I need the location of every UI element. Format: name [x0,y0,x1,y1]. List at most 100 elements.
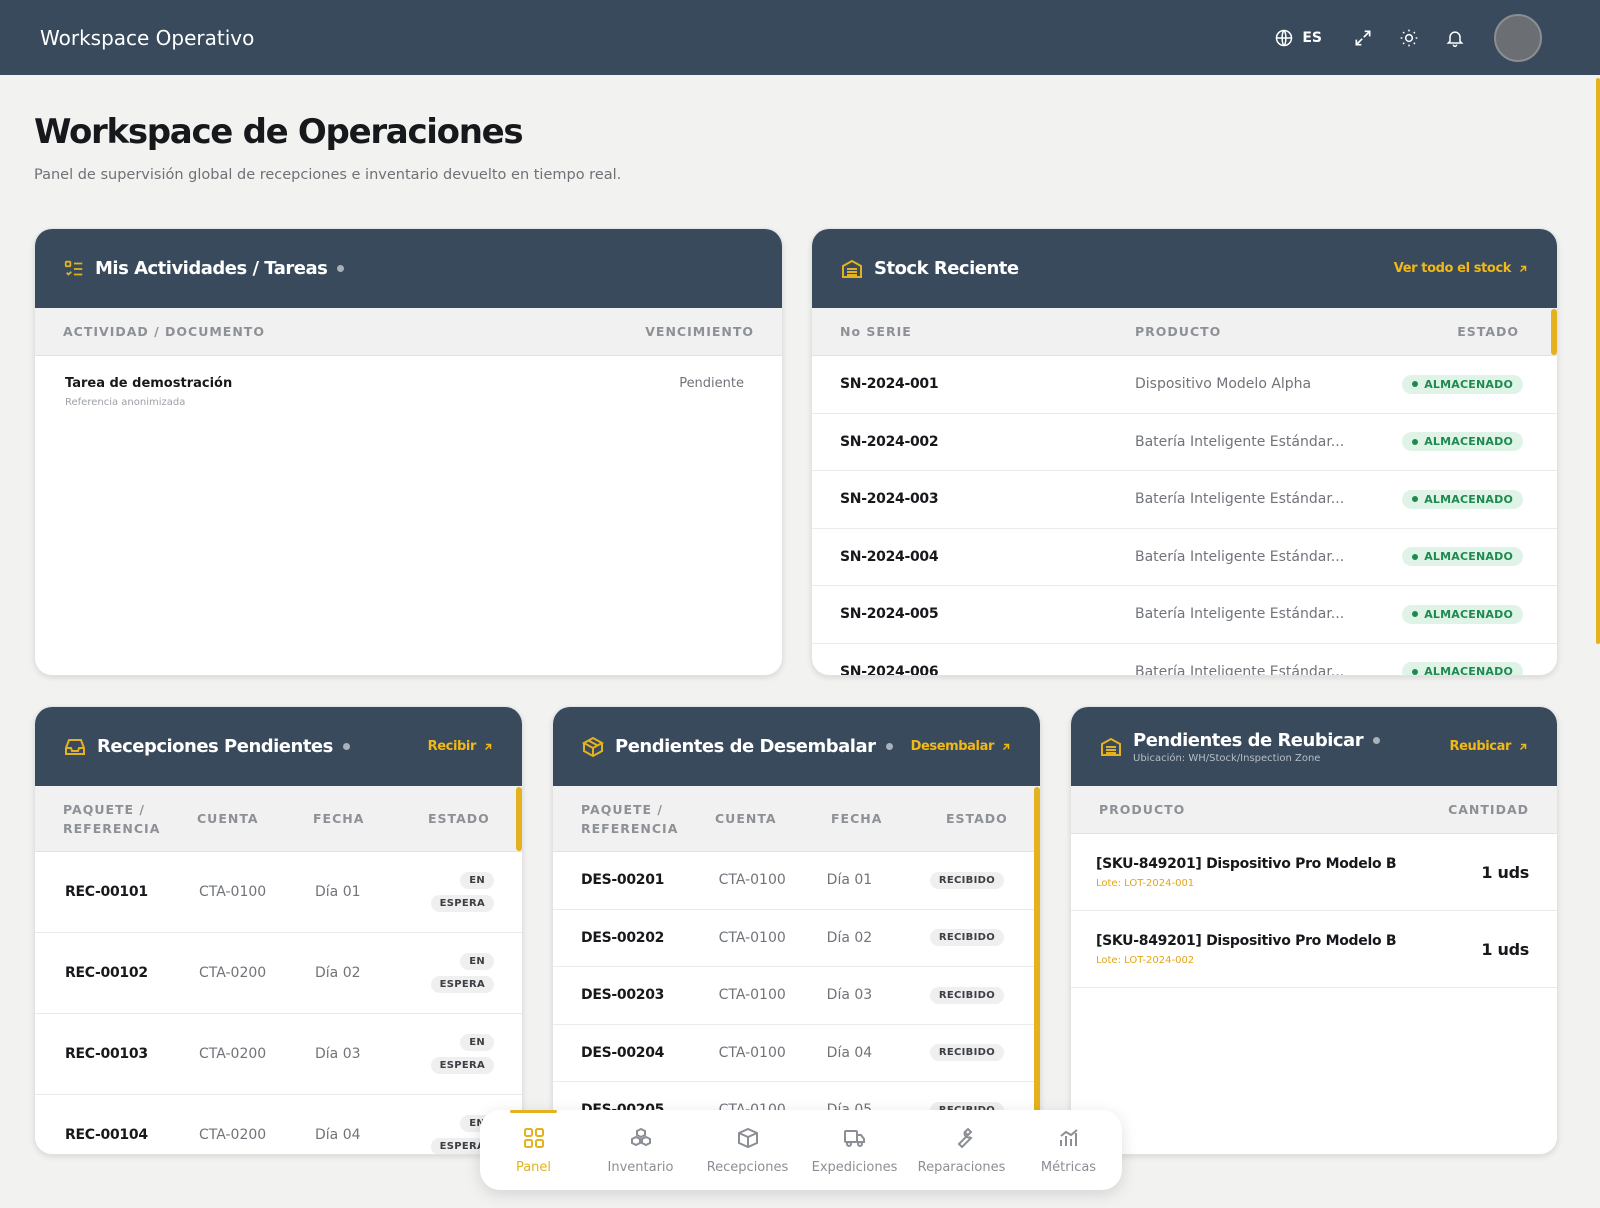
status-dot [337,265,345,272]
unpack-card-title: Pendientes de Desembalar [615,736,876,757]
unpack-scrollbar[interactable] [1034,787,1040,1117]
package-reference: REC-00103 [65,1046,148,1062]
package-reference: REC-00101 [65,884,148,900]
relocate-rows: [SKU-849201] Dispositivo Pro Modelo B Lot… [1071,834,1557,988]
stock-row[interactable]: SN-2024-005 Batería Inteligente Estándar.… [812,586,1557,644]
product-name: [SKU-849201] Dispositivo Pro Modelo B [1096,855,1397,872]
nav-item-recepciones[interactable]: Recepciones [694,1110,801,1190]
reception-row[interactable]: REC-00101 CTA-0100 Día 01 EN ESPERA [35,852,522,933]
quantity: 1 uds [1481,939,1529,959]
tasks-card: Mis Actividades / Tareas ACTIVIDAD / DOC… [34,228,783,676]
nav-label: Métricas [1040,1159,1097,1175]
app-title: Workspace Operativo [40,25,255,50]
status-badge: EN ESPERA [430,872,494,912]
scrollbar-thumb[interactable] [1596,78,1600,644]
product-name: [SKU-849201] Dispositivo Pro Modelo B [1096,932,1397,949]
relocate-row[interactable]: [SKU-849201] Dispositivo Pro Modelo B Lot… [1071,911,1557,988]
column-header-account: CUENTA [197,811,259,826]
serial-number: SN-2024-006 [840,663,939,676]
unpack-row[interactable]: DES-00204 CTA-0100 Día 04 RECIBIDO [553,1025,1040,1082]
nav-label: Reparaciones [917,1159,1006,1175]
product-name: Batería Inteligente Estándar... [1135,663,1345,676]
column-header-package: PAQUETE / REFERENCIA [63,801,161,836]
column-header-product: PRODUCTO [1099,802,1186,817]
arrow-up-right-icon [1519,743,1527,750]
product-name: Batería Inteligente Estándar... [1135,548,1345,565]
warehouse-icon [842,259,862,278]
language-code: ES [1302,29,1322,46]
serial-number: SN-2024-003 [840,491,939,508]
stock-card-title: Stock Reciente [874,258,1019,279]
account: CTA-0100 [199,884,267,900]
package-reference: DES-00203 [581,987,665,1004]
nav-item-expediciones[interactable]: Expediciones [801,1110,908,1190]
nav-label: Recepciones [706,1159,789,1175]
unpack-label: Desembalar [910,739,995,754]
receptions-scrollbar[interactable] [516,787,522,851]
theme-toggle-button[interactable] [1386,15,1432,61]
status-badge: ALMACENADO [1402,604,1523,624]
nav-item-métricas[interactable]: Métricas [1015,1110,1122,1190]
status-badge: EN ESPERA [430,953,494,993]
globe-icon [1276,29,1293,46]
unpack-row[interactable]: DES-00203 CTA-0100 Día 03 RECIBIDO [553,967,1040,1025]
unpack-row[interactable]: DES-00201 CTA-0100 Día 01 RECIBIDO [553,852,1040,910]
relocate-card-header: Pendientes de Reubicar Ubicación: WH/Sto… [1071,707,1557,786]
date: Día 04 [315,1127,361,1143]
status-dot [342,743,350,750]
stock-row[interactable]: SN-2024-003 Batería Inteligente Estándar.… [812,471,1557,529]
account: CTA-0100 [718,872,786,889]
relocate-row[interactable]: [SKU-849201] Dispositivo Pro Modelo B Lot… [1071,834,1557,911]
status-badge: EN ESPERA [430,1034,494,1074]
status-badge: ALMACENADO [1402,662,1523,675]
bell-icon [1446,30,1464,47]
status-dot [885,743,893,750]
status-badge: RECIBIDO [929,1044,1004,1062]
column-header-state: ESTADO [428,811,490,826]
warehouse-icon [1101,737,1121,756]
relocate-table-header: PRODUCTO CANTIDAD [1071,786,1557,834]
receive-link[interactable]: Recibir [428,739,494,754]
date: Día 02 [826,929,873,946]
relocate-link[interactable]: Reubicar [1449,739,1529,754]
tasks-table-header: ACTIVIDAD / DOCUMENTO VENCIMIENTO [35,308,782,356]
unpack-row[interactable]: DES-00202 CTA-0100 Día 02 RECIBIDO [553,910,1040,967]
nav-item-panel[interactable]: Panel [480,1110,587,1190]
stock-row[interactable]: SN-2024-006 Batería Inteligente Estándar.… [812,644,1557,676]
serial-number: SN-2024-002 [840,433,939,450]
fullscreen-button[interactable] [1340,15,1386,61]
stock-card-header: Stock Reciente Ver todo el stock [812,229,1557,308]
stock-row[interactable]: SN-2024-001 Dispositivo Modelo Alpha ALMAC… [812,356,1557,414]
reception-row[interactable]: REC-00103 CTA-0200 Día 03 EN ESPERA [35,1014,522,1095]
nav-item-inventario[interactable]: Inventario [587,1110,694,1190]
checklist-icon [64,260,83,276]
task-row[interactable]: Tarea de demostración Referencia anonimi… [35,356,782,408]
arrow-up-right-icon [1002,743,1010,750]
date: Día 01 [826,872,873,889]
boxes-icon [629,1126,653,1154]
nav-item-reparaciones[interactable]: Reparaciones [908,1110,1015,1190]
notifications-button[interactable] [1432,15,1478,61]
column-header-date: FECHA [313,811,365,826]
reception-rows: REC-00101 CTA-0100 Día 01 EN ESPERA REC-00102… [35,852,522,1154]
reception-row[interactable]: REC-00102 CTA-0200 Día 02 EN ESPERA [35,933,522,1014]
package-reference: REC-00102 [65,965,148,981]
view-all-stock-link[interactable]: Ver todo el stock [1394,261,1529,276]
grid-icon [522,1126,546,1154]
product-name: Dispositivo Modelo Alpha [1135,376,1312,393]
serial-number: SN-2024-004 [840,548,939,565]
reception-row[interactable]: REC-00104 CTA-0200 Día 04 EN ESPERA [35,1095,522,1154]
stock-scrollbar[interactable] [1551,309,1557,355]
stock-row[interactable]: SN-2024-002 Batería Inteligente Estándar.… [812,414,1557,471]
tasks-card-title: Mis Actividades / Tareas [95,258,328,279]
stock-row[interactable]: SN-2024-004 Batería Inteligente Estándar.… [812,529,1557,586]
language-selector[interactable]: ES [1274,28,1322,48]
date: Día 01 [315,884,361,900]
account: CTA-0200 [199,965,267,981]
view-all-stock-label: Ver todo el stock [1393,261,1512,276]
unpack-link[interactable]: Desembalar [911,739,1012,754]
unpack-table-header: PAQUETE / REFERENCIA CUENTA FECHA ESTADO [553,786,1040,852]
account: CTA-0200 [199,1046,267,1062]
page-title: Workspace de Operaciones [34,112,524,152]
avatar[interactable] [1494,13,1542,62]
